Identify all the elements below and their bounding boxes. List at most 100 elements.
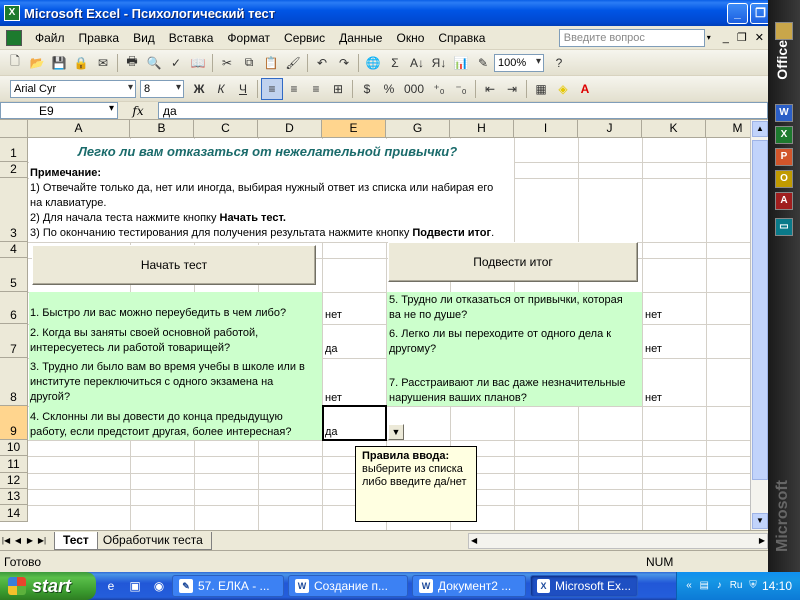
tray-security-icon[interactable]: ⛨	[747, 579, 759, 593]
excel-icon[interactable]: X	[775, 126, 793, 144]
cut-icon[interactable]: ✂	[216, 52, 238, 74]
row-header-11[interactable]: 11	[0, 456, 28, 473]
print-icon[interactable]: 🖶	[121, 52, 143, 74]
merge-center-icon[interactable]: ⊞	[327, 78, 349, 100]
copy-icon[interactable]: ⧉	[238, 52, 260, 74]
tray-network-icon[interactable]: ▤	[698, 579, 710, 593]
formula-input[interactable]: да	[158, 102, 768, 119]
col-header-e[interactable]: E	[322, 120, 386, 138]
col-header-d[interactable]: D	[258, 120, 322, 138]
worksheet-grid[interactable]: A B C D E G H I J K M 1 2 3 4 5 6 7 8 9 …	[0, 120, 768, 530]
help-icon[interactable]: ?	[548, 52, 570, 74]
office-folder-icon[interactable]	[775, 22, 793, 40]
thousands-button[interactable]: 000	[400, 78, 428, 100]
menu-insert[interactable]: Вставка	[162, 31, 221, 45]
col-header-h[interactable]: H	[450, 120, 514, 138]
row-header-8[interactable]: 8	[0, 358, 28, 406]
start-button[interactable]: start	[0, 572, 96, 600]
underline-button[interactable]: Ч	[232, 78, 254, 100]
align-center-icon[interactable]: ≡	[283, 78, 305, 100]
answer-3[interactable]: нет	[325, 391, 342, 406]
undo-icon[interactable]: ↶	[311, 52, 333, 74]
borders-icon[interactable]: ▦	[530, 78, 552, 100]
scroll-thumb[interactable]	[752, 140, 768, 480]
publisher-icon[interactable]: ▭	[775, 218, 793, 236]
paste-icon[interactable]: 📋	[260, 52, 282, 74]
col-header-a[interactable]: A	[28, 120, 130, 138]
col-header-c[interactable]: C	[194, 120, 258, 138]
answer-2[interactable]: да	[325, 342, 338, 357]
word-icon[interactable]: W	[775, 104, 793, 122]
help-dropdown-icon[interactable]: ▾	[707, 33, 719, 42]
research-icon[interactable]: 📖	[187, 52, 209, 74]
open-icon[interactable]: 📂	[26, 52, 48, 74]
menu-edit[interactable]: Правка	[72, 31, 127, 45]
font-color-icon[interactable]: A	[574, 78, 596, 100]
new-icon[interactable]: 🗋	[4, 52, 26, 74]
quicklaunch-desktop-icon[interactable]: ▣	[126, 577, 144, 595]
doc-close-icon[interactable]: ✕	[755, 31, 764, 44]
row-header-6[interactable]: 6	[0, 292, 28, 324]
workbook-icon[interactable]	[6, 29, 22, 46]
currency-icon[interactable]: $	[356, 78, 378, 100]
sum-up-button[interactable]: Подвести итог	[388, 242, 638, 282]
permission-icon[interactable]: 🔒	[70, 52, 92, 74]
fx-icon[interactable]: fx	[118, 104, 158, 118]
next-sheet-icon[interactable]: ▶	[24, 536, 36, 545]
task-sozdanie[interactable]: W Создание п...	[288, 575, 408, 597]
col-header-g[interactable]: G	[386, 120, 450, 138]
scroll-right-icon[interactable]: ▶	[759, 536, 765, 545]
help-search-input[interactable]: Введите вопрос	[558, 28, 705, 47]
bold-button[interactable]: Ж	[188, 78, 210, 100]
menu-help[interactable]: Справка	[431, 31, 492, 45]
doc-restore-icon[interactable]: ❐	[737, 31, 747, 44]
horizontal-scrollbar[interactable]: ◀ ▶	[468, 532, 768, 549]
chart-wizard-icon[interactable]: 📊	[450, 52, 472, 74]
answer-6[interactable]: нет	[645, 342, 662, 357]
tray-lang[interactable]: Ru	[728, 579, 744, 593]
autosum-icon[interactable]: Σ	[384, 52, 406, 74]
first-sheet-icon[interactable]: |◀	[0, 536, 12, 545]
minimize-button[interactable]: _	[727, 2, 748, 24]
powerpoint-icon[interactable]: P	[775, 148, 793, 166]
italic-button[interactable]: К	[210, 78, 232, 100]
increase-decimal-icon[interactable]: ⁺₀	[428, 78, 450, 100]
email-icon[interactable]: ✉	[92, 52, 114, 74]
access-icon[interactable]: A	[775, 192, 793, 210]
doc-minimize-icon[interactable]: _	[723, 32, 729, 44]
tray-sound-icon[interactable]: ♪	[713, 579, 725, 593]
font-name-select[interactable]: Arial Cyr	[10, 79, 136, 98]
menu-window[interactable]: Окно	[389, 31, 431, 45]
tab-test-handler[interactable]: Обработчик теста	[93, 531, 212, 550]
menu-view[interactable]: Вид	[126, 31, 162, 45]
menu-data[interactable]: Данные	[332, 31, 389, 45]
row-header-3[interactable]: 3	[0, 178, 28, 242]
answer-7[interactable]: нет	[645, 391, 662, 406]
row-header-10[interactable]: 10	[0, 440, 28, 456]
scroll-left-icon[interactable]: ◀	[471, 536, 477, 545]
quicklaunch-media-icon[interactable]: ◉	[150, 577, 168, 595]
row-header-7[interactable]: 7	[0, 324, 28, 358]
decrease-decimal-icon[interactable]: ⁻₀	[450, 78, 472, 100]
sort-asc-icon[interactable]: A↓	[406, 52, 428, 74]
row-header-9[interactable]: 9	[0, 406, 28, 440]
start-test-button[interactable]: Начать тест	[32, 245, 316, 285]
font-size-select[interactable]: 8	[140, 79, 184, 98]
fill-color-icon[interactable]: ◈	[552, 78, 574, 100]
menu-tools[interactable]: Сервис	[277, 31, 332, 45]
align-right-icon[interactable]: ≡	[305, 78, 327, 100]
zoom-select[interactable]: 100%	[494, 53, 544, 72]
row-header-12[interactable]: 12	[0, 473, 28, 489]
drawing-icon[interactable]: ✎	[472, 52, 494, 74]
row-header-2[interactable]: 2	[0, 162, 28, 178]
row-header-1[interactable]: 1	[0, 138, 28, 162]
task-elka[interactable]: ✎ 57. ЕЛКА - ...	[172, 575, 284, 597]
scroll-down-icon[interactable]: ▼	[752, 513, 768, 529]
sort-desc-icon[interactable]: Я↓	[428, 52, 450, 74]
select-all-corner[interactable]	[0, 120, 28, 138]
row-header-5[interactable]: 5	[0, 258, 28, 292]
outlook-icon[interactable]: O	[775, 170, 793, 188]
validation-dropdown-icon[interactable]: ▼	[388, 424, 404, 440]
task-excel[interactable]: X Microsoft Ex...	[530, 575, 638, 597]
spelling-icon[interactable]: ✓	[165, 52, 187, 74]
